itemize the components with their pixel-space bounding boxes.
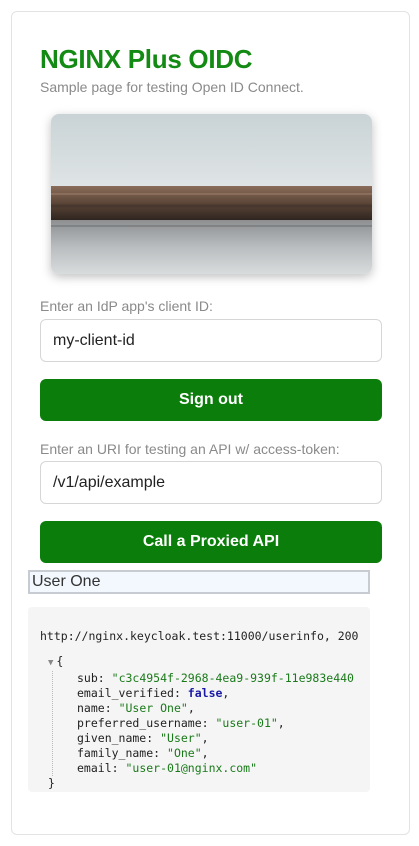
json-field: sub: "c3c4954f-2968-4ea9-939f-11e983e440	[77, 671, 354, 685]
json-close-brace: }	[48, 776, 55, 790]
hero-image	[51, 114, 372, 274]
user-name-display: User One	[28, 570, 370, 594]
json-field: email: "user-01@nginx.com"	[77, 761, 258, 775]
json-open-brace: {	[56, 654, 64, 668]
collapse-toggle-icon[interactable]: ▼	[48, 658, 53, 668]
json-field: name: "User One",	[77, 701, 195, 715]
json-field: family_name: "One",	[77, 746, 209, 760]
json-field: preferred_username: "user-01",	[77, 716, 285, 730]
client-id-label: Enter an IdP app's client ID:	[40, 298, 213, 314]
api-uri-input[interactable]	[40, 461, 382, 504]
json-field: email_verified: false,	[77, 686, 230, 700]
json-fields: sub: "c3c4954f-2968-4ea9-939f-11e983e440…	[52, 671, 354, 776]
sign-out-button[interactable]: Sign out	[40, 379, 382, 421]
client-id-input[interactable]	[40, 319, 382, 362]
page-subtitle: Sample page for testing Open ID Connect.	[40, 79, 304, 95]
api-uri-label: Enter an URI for testing an API w/ acces…	[40, 441, 340, 457]
json-response-panel: http://nginx.keycloak.test:11000/userinf…	[28, 607, 370, 792]
json-field: given_name: "User",	[77, 731, 209, 745]
call-proxied-api-button[interactable]: Call a Proxied API	[40, 521, 382, 563]
page-title: NGINX Plus OIDC	[40, 44, 253, 74]
response-url: http://nginx.keycloak.test:11000/userinf…	[40, 629, 359, 643]
json-tree: ▼{ sub: "c3c4954f-2968-4ea9-939f-11e983e…	[48, 654, 354, 791]
